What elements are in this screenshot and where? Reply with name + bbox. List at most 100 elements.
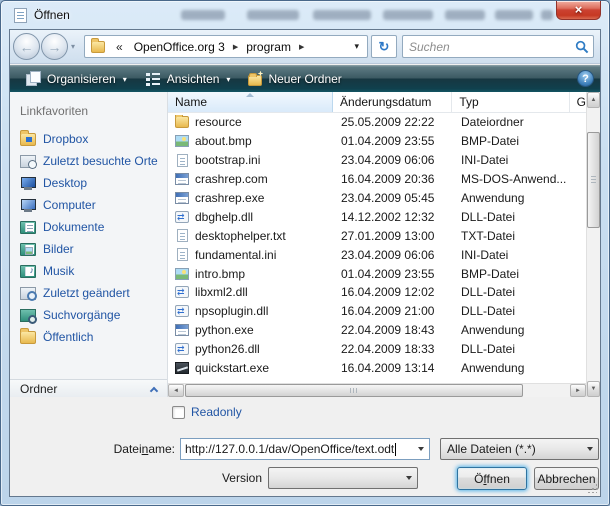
- file-row[interactable]: resource 25.05.2009 22:22Dateiordner: [168, 113, 586, 132]
- file-row[interactable]: npsoplugin.dll 16.04.2009 21:00DLL-Datei: [168, 302, 586, 321]
- horizontal-scrollbar[interactable]: ◄ ►: [168, 383, 586, 397]
- file-name: resource: [195, 115, 242, 129]
- breadcrumb-segment[interactable]: OpenOffice.org 3: [128, 40, 231, 54]
- address-bar[interactable]: « OpenOffice.org 3▶program▶ ▾: [84, 35, 368, 58]
- file-name: npsoplugin.dll: [195, 304, 268, 318]
- readonly-checkbox[interactable]: [172, 406, 185, 419]
- favorites-list: DropboxZuletzt besuchte Orte Desktop Compu…: [10, 128, 167, 348]
- file-row[interactable]: libxml2.dll16.04.2009 12:02DLL-Datei: [168, 283, 586, 302]
- file-row[interactable]: intro.bmp01.04.2009 23:55BMP-Datei: [168, 264, 586, 283]
- file-type: Anwendung: [454, 191, 572, 205]
- recent-places-icon: [20, 155, 36, 168]
- file-name-cell: crashrep.com: [168, 172, 334, 186]
- file-row[interactable]: quickstart.exe16.04.2009 13:14Anwendung: [168, 359, 586, 378]
- open-label-post: fnen: [487, 472, 510, 486]
- file-name: intro.bmp: [195, 267, 245, 281]
- forward-button[interactable]: →: [41, 33, 68, 60]
- breadcrumb-overflow[interactable]: «: [111, 40, 128, 54]
- file-row[interactable]: crashrep.exe23.04.2009 05:45Anwendung: [168, 189, 586, 208]
- vertical-scrollbar[interactable]: ▲ ▼: [586, 92, 600, 397]
- version-select[interactable]: [268, 467, 418, 489]
- file-type: Dateiordner: [454, 115, 572, 129]
- toolbar-button-label: Ansichten: [167, 72, 220, 86]
- breadcrumb: OpenOffice.org 3▶program▶: [128, 40, 307, 54]
- ansichten-button[interactable]: Ansichten▾: [136, 67, 240, 90]
- cancel-button[interactable]: Abbrechen: [534, 467, 599, 490]
- file-name: bootstrap.ini: [195, 153, 260, 167]
- open-button[interactable]: Öffnen: [457, 467, 527, 490]
- file-row[interactable]: dbghelp.dll14.12.2002 12:32DLL-Datei: [168, 207, 586, 226]
- file-row[interactable]: about.bmp01.04.2009 23:55BMP-Datei: [168, 132, 586, 151]
- close-button[interactable]: ×: [556, 1, 601, 20]
- sidebar-item-zuletzt-geandert[interactable]: Zuletzt geändert: [10, 282, 167, 304]
- app-icon: [175, 192, 189, 204]
- search-input[interactable]: [407, 37, 571, 56]
- file-date: 16.04.2009 21:00: [334, 304, 454, 318]
- navigation-row: ← → ▾ « OpenOffice.org 3▶program▶ ▾ ↻: [10, 30, 600, 64]
- refresh-button[interactable]: ↻: [371, 35, 397, 58]
- file-row[interactable]: desktophelper.txt27.01.2009 13:00TXT-Dat…: [168, 226, 586, 245]
- filetype-select[interactable]: Alle Dateien (*.*): [440, 438, 599, 460]
- folders-band[interactable]: Ordner: [10, 379, 167, 397]
- scroll-up-button[interactable]: ▲: [587, 92, 600, 108]
- file-type: INI-Datei: [454, 153, 572, 167]
- help-button[interactable]: ?: [577, 70, 594, 87]
- close-icon: ×: [575, 2, 583, 17]
- neuer-ordner-button[interactable]: Neuer Ordner: [239, 67, 350, 90]
- address-dropdown[interactable]: ▾: [348, 41, 365, 52]
- file-name: crashrep.com: [195, 172, 268, 186]
- filename-input[interactable]: http://127.0.0.1/dav/OpenOffice/text.odt: [180, 438, 430, 460]
- column-header-name[interactable]: Name: [168, 92, 333, 112]
- content-area: Linkfavoriten DropboxZuletzt besuchte Or…: [10, 92, 600, 397]
- file-row[interactable]: fundamental.ini23.04.2009 06:06INI-Datei: [168, 245, 586, 264]
- file-type: DLL-Datei: [454, 304, 572, 318]
- image-icon: [175, 135, 189, 147]
- file-date: 22.04.2009 18:33: [334, 342, 454, 356]
- sidebar-item-label: Desktop: [43, 176, 87, 190]
- column-header-g[interactable]: G: [570, 92, 586, 112]
- breadcrumb-separator[interactable]: ▶: [297, 43, 306, 51]
- filename-dropdown[interactable]: [412, 439, 429, 459]
- back-button[interactable]: ←: [13, 33, 40, 60]
- filename-label-pre: Datei: [114, 442, 142, 456]
- breadcrumb-segment[interactable]: program: [240, 40, 297, 54]
- sidebar-item-bilder[interactable]: Bilder: [10, 238, 167, 260]
- scroll-right-button[interactable]: ►: [570, 384, 586, 397]
- file-row[interactable]: python26.dll22.04.2009 18:33DLL-Datei: [168, 340, 586, 359]
- scroll-down-button[interactable]: ▼: [587, 381, 600, 397]
- file-date: 25.05.2009 22:22: [334, 115, 454, 129]
- column-header-typ[interactable]: Typ: [452, 92, 569, 112]
- dll-icon: [175, 343, 189, 355]
- vertical-scroll-thumb[interactable]: [587, 132, 600, 228]
- file-row[interactable]: bootstrap.ini23.04.2009 06:06INI-Datei: [168, 151, 586, 170]
- sidebar-item-zuletzt-besuchte-orte[interactable]: Zuletzt besuchte Orte: [10, 150, 167, 172]
- sidebar-item-offentlich[interactable]: Öffentlich: [10, 326, 167, 348]
- sidebar-item-musik[interactable]: Musik: [10, 260, 167, 282]
- file-row[interactable]: crashrep.com16.04.2009 20:36MS-DOS-Anwen…: [168, 170, 586, 189]
- recent-pages-dropdown[interactable]: ▾: [71, 42, 75, 51]
- toolbar-button-label: Neuer Ordner: [268, 72, 341, 86]
- help-icon: ?: [582, 73, 589, 85]
- open-dialog: Öffnen × ← → ▾ « OpenOffice.org 3▶progra…: [0, 0, 610, 506]
- breadcrumb-separator[interactable]: ▶: [231, 43, 240, 51]
- title-bar[interactable]: Öffnen ×: [1, 1, 609, 29]
- window-title: Öffnen: [34, 8, 70, 22]
- sidebar-item-dropbox[interactable]: Dropbox: [10, 128, 167, 150]
- scroll-left-button[interactable]: ◄: [168, 384, 184, 397]
- sidebar-item-dokumente[interactable]: Dokumente: [10, 216, 167, 238]
- column-header-anderungsdatum[interactable]: Änderungsdatum: [333, 92, 452, 112]
- file-name: about.bmp: [195, 134, 252, 148]
- file-name-cell: fundamental.ini: [168, 248, 334, 262]
- file-type: BMP-Datei: [454, 267, 572, 281]
- file-row[interactable]: python.exe22.04.2009 18:43Anwendung: [168, 321, 586, 340]
- organisieren-button[interactable]: Organisieren▾: [16, 67, 136, 90]
- sidebar-item-suchvorgange[interactable]: Suchvorgänge: [10, 304, 167, 326]
- sidebar-item-desktop[interactable]: Desktop: [10, 172, 167, 194]
- file-name: quickstart.exe: [195, 361, 269, 375]
- sidebar-item-computer[interactable]: Computer: [10, 194, 167, 216]
- toolbar-buttons: Organisieren▾Ansichten▾ Neuer Ordner: [16, 65, 351, 92]
- back-arrow-icon: ←: [20, 39, 34, 55]
- horizontal-scroll-thumb[interactable]: [185, 384, 523, 397]
- refresh-icon: ↻: [379, 39, 390, 54]
- background-window-blur: [445, 10, 485, 20]
